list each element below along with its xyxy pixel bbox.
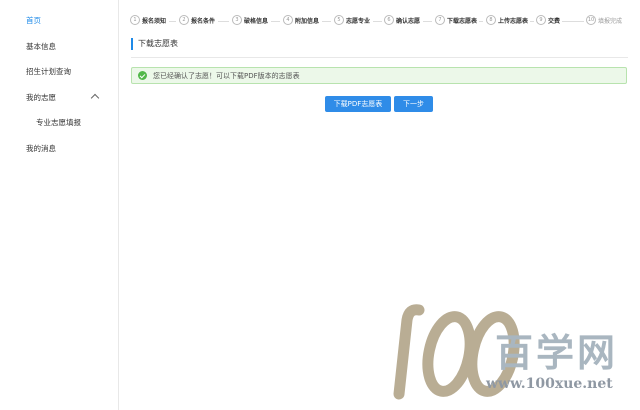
watermark-logo-text: 100 <box>385 302 387 303</box>
step-label: 附加信息 <box>295 17 320 25</box>
step-4: 4 附加信息 <box>283 15 319 25</box>
step-number: 7 <box>435 15 445 25</box>
step-progress-bar: 1 报名须知 2 报名条件 3 破格信息 4 附加信息 5 志愿专业 6 确认志… <box>130 15 630 27</box>
step-10: 10 填报完成 <box>586 15 622 25</box>
step-label: 志愿专业 <box>346 17 371 25</box>
step-connector <box>562 21 584 22</box>
step-7: 7 下载志愿表 <box>435 15 477 25</box>
step-number: 10 <box>586 15 596 25</box>
step-connector <box>169 21 176 22</box>
watermark-url: www.100xue.net <box>486 376 613 392</box>
step-connector <box>218 21 229 22</box>
step-label: 报名须知 <box>142 17 167 25</box>
section-divider <box>131 57 628 58</box>
sidebar-item-messages[interactable]: 我的消息 <box>26 143 56 154</box>
step-6: 6 确认志愿 <box>384 15 420 25</box>
section-title: 下载志愿表 <box>131 38 178 50</box>
check-circle-icon <box>138 71 147 80</box>
success-alert: 您已经确认了志愿！可以下载PDF版本的志愿表 <box>131 67 627 84</box>
step-connector <box>373 21 382 22</box>
sidebar-item-major-choice[interactable]: 专业志愿填报 <box>36 117 81 128</box>
step-3: 3 破格信息 <box>232 15 268 25</box>
step-label: 确认志愿 <box>396 17 421 25</box>
step-number: 6 <box>384 15 394 25</box>
step-label: 下载志愿表 <box>447 17 478 25</box>
step-connector <box>271 21 280 22</box>
sidebar-item-enrollment-plan[interactable]: 招生计划查询 <box>26 66 71 77</box>
sidebar-item-home[interactable]: 首页 <box>26 15 41 26</box>
step-5: 5 志愿专业 <box>334 15 370 25</box>
step-connector <box>423 21 432 22</box>
download-pdf-button[interactable]: 下载PDF志愿表 <box>325 96 391 112</box>
step-number: 1 <box>130 15 140 25</box>
sidebar-item-basic-info[interactable]: 基本信息 <box>26 41 56 52</box>
sidebar: 首页 基本信息 招生计划查询 我的志愿 专业志愿填报 我的消息 <box>0 0 119 410</box>
step-label: 交费 <box>548 17 561 25</box>
step-connector <box>530 21 534 22</box>
step-number: 3 <box>232 15 242 25</box>
step-8: 8 上传志愿表 <box>486 15 528 25</box>
alert-message: 您已经确认了志愿！可以下载PDF版本的志愿表 <box>153 72 300 80</box>
next-step-button[interactable]: 下一步 <box>394 96 433 112</box>
step-connector <box>479 21 483 22</box>
step-2: 2 报名条件 <box>179 15 215 25</box>
step-number: 9 <box>536 15 546 25</box>
step-number: 2 <box>179 15 189 25</box>
step-label: 填报完成 <box>598 17 623 25</box>
step-1: 1 报名须知 <box>130 15 166 25</box>
step-number: 4 <box>283 15 293 25</box>
step-label: 上传志愿表 <box>498 17 529 25</box>
chevron-up-icon[interactable] <box>90 93 100 103</box>
sidebar-item-my-choices[interactable]: 我的志愿 <box>26 92 56 103</box>
step-label: 破格信息 <box>244 17 269 25</box>
step-number: 8 <box>486 15 496 25</box>
step-9: 9 交费 <box>536 15 560 25</box>
step-number: 5 <box>334 15 344 25</box>
step-connector <box>322 21 331 22</box>
step-label: 报名条件 <box>191 17 216 25</box>
watermark-brand: 百学网 <box>495 330 619 375</box>
